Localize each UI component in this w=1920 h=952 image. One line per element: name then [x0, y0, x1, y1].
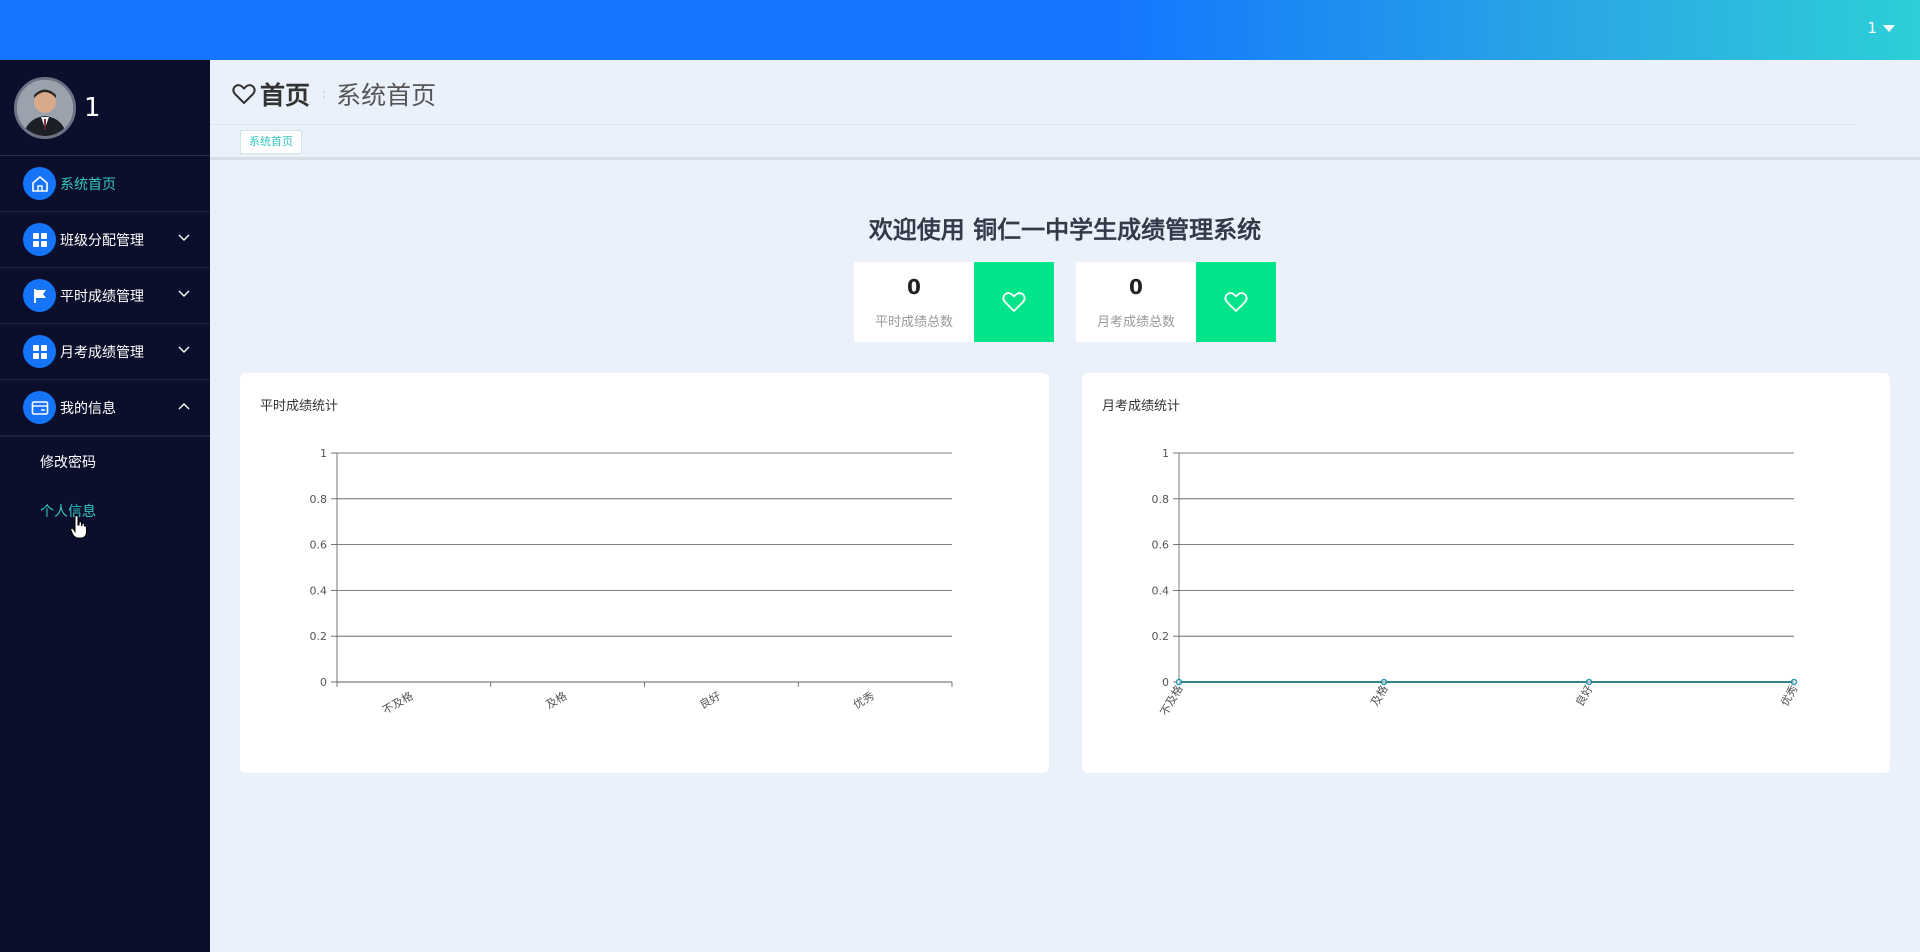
grid-icon — [23, 223, 56, 256]
y-tick-label: 1 — [320, 447, 327, 460]
sidebar-item-label: 平时成绩管理 — [60, 288, 144, 305]
home-icon — [23, 167, 56, 200]
y-tick-label: 0.8 — [1152, 493, 1170, 506]
y-tick-label: 0.6 — [310, 539, 328, 552]
user-dropdown[interactable]: 1 — [1867, 19, 1895, 37]
user-name: 1 — [1867, 19, 1877, 37]
hand-cursor-icon — [70, 515, 87, 539]
heart-icon — [1002, 292, 1026, 312]
submenu-item-personal-info[interactable]: 个人信息 — [0, 486, 210, 536]
page-header: 首页 : 系统首页 — [210, 60, 1920, 125]
submenu-item-change-password[interactable]: 修改密码 — [0, 436, 210, 486]
heart-icon — [232, 84, 256, 104]
chevron-down-icon — [178, 290, 190, 297]
heart-icon — [1224, 292, 1248, 312]
x-tick-label: 不及格 — [380, 688, 416, 717]
y-tick-label: 0.2 — [1152, 630, 1170, 643]
sidebar-item-label: 班级分配管理 — [60, 232, 144, 249]
submenu-my-info: 修改密码 个人信息 — [0, 436, 210, 536]
y-tick-label: 0 — [1162, 676, 1169, 689]
grid-icon — [23, 335, 56, 368]
breadcrumb-separator: : — [322, 87, 327, 101]
tags-bar: 系统首页 — [210, 126, 1920, 160]
chart-card-monthly: 月考成绩统计 0 0.2 0.4 0.6 0.8 1 不及格 及格 良好 优秀 — [1082, 373, 1890, 773]
sidebar-item-my-info[interactable]: 我的信息 — [0, 380, 210, 436]
page-title: 首页 — [260, 81, 311, 110]
tab-system-home[interactable]: 系统首页 — [240, 130, 302, 154]
x-tick-label: 良好 — [1572, 683, 1595, 709]
flag-icon — [23, 279, 56, 312]
regular-scores-chart: 0 0.2 0.4 0.6 0.8 1 不及格 及格 良好 优秀 — [310, 447, 953, 717]
sidebar-item-monthly-scores[interactable]: 月考成绩管理 — [0, 324, 210, 380]
caret-down-icon — [1883, 24, 1895, 32]
y-tick-label: 0.4 — [310, 584, 328, 597]
profile-name: 1 — [84, 92, 101, 123]
stat-card-regular: 0 平时成绩总数 — [854, 262, 1054, 342]
sidebar-item-label: 我的信息 — [60, 400, 116, 417]
card-icon — [23, 391, 56, 424]
sidebar-item-label: 系统首页 — [60, 176, 116, 193]
x-tick-label: 良好 — [697, 688, 723, 711]
y-tick-label: 0.2 — [310, 630, 328, 643]
y-tick-label: 0 — [320, 676, 327, 689]
sidebar-item-label: 月考成绩管理 — [60, 344, 144, 361]
y-tick-label: 0.4 — [1152, 584, 1170, 597]
chevron-down-icon — [178, 346, 190, 353]
y-tick-label: 0.8 — [310, 493, 328, 506]
header-divider — [210, 124, 1855, 125]
chevron-up-icon — [178, 403, 190, 410]
avatar — [14, 76, 76, 139]
x-tick-label: 及格 — [1367, 683, 1390, 709]
stat-card-monthly: 0 月考成绩总数 — [1076, 262, 1276, 342]
top-bar: 1 — [0, 0, 1920, 60]
sidebar: 1 系统首页 班级分配管理 平时成绩管理 月考成绩管理 我的信息 修改密码 个人… — [0, 60, 210, 952]
profile: 1 — [0, 60, 210, 156]
sidebar-item-regular-scores[interactable]: 平时成绩管理 — [0, 268, 210, 324]
sidebar-item-class-allocation[interactable]: 班级分配管理 — [0, 212, 210, 268]
y-tick-label: 0.6 — [1152, 539, 1170, 552]
y-tick-label: 1 — [1162, 447, 1169, 460]
stat-value: 0 — [907, 274, 921, 299]
x-tick-label: 及格 — [543, 688, 569, 711]
page-subtitle: 系统首页 — [336, 81, 437, 110]
stat-value: 0 — [1129, 274, 1143, 299]
sidebar-item-home[interactable]: 系统首页 — [0, 156, 210, 212]
x-tick-label: 优秀 — [1778, 683, 1800, 709]
stat-label: 平时成绩总数 — [874, 314, 953, 330]
chart-card-regular: 平时成绩统计 0 0.2 0.4 0.6 0.8 1 不及格 及格 良好 优秀 — [240, 373, 1049, 773]
monthly-scores-chart: 00.20.40.60.81不及格 及格 良好 优秀 — [1152, 447, 1801, 718]
x-tick-label: 优秀 — [851, 689, 877, 711]
chevron-down-icon — [178, 234, 190, 241]
stat-label: 月考成绩总数 — [1096, 314, 1175, 330]
welcome-title: 欢迎使用 铜仁一中学生成绩管理系统 — [868, 216, 1262, 244]
